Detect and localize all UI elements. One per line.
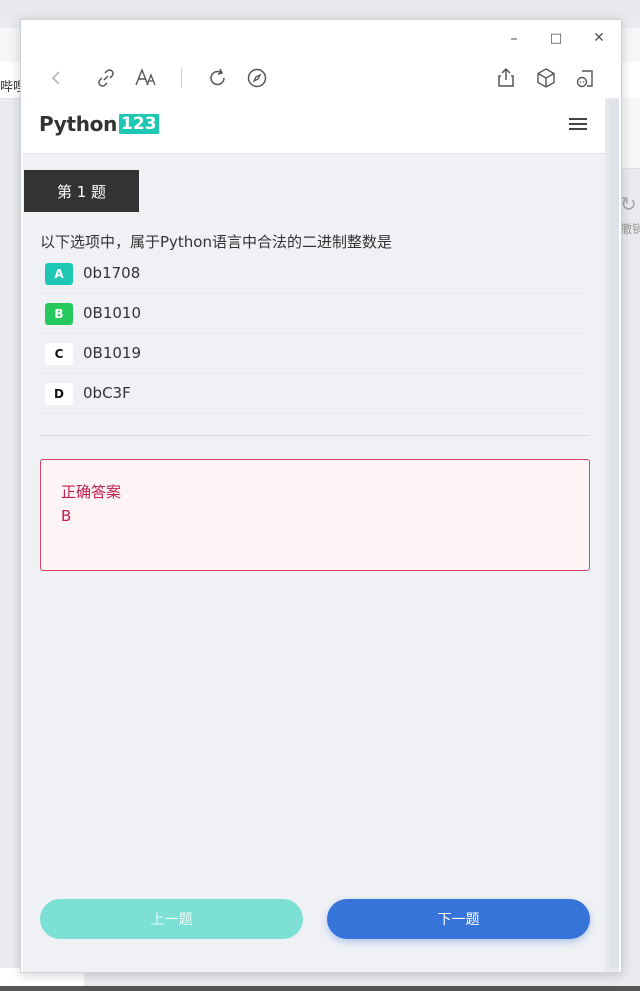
- app-header: Python 123: [23, 98, 605, 154]
- close-button[interactable]: ✕: [588, 27, 610, 49]
- correct-answer-value: B: [61, 507, 72, 525]
- title-bar: – □ ✕: [21, 20, 621, 56]
- popup-window: – □ ✕ Python 123 第 1 题 以下选项中，属于Python语言中…: [20, 19, 622, 973]
- share-icon[interactable]: [492, 64, 520, 92]
- page-content: Python 123 第 1 题 以下选项中，属于Python语言中合法的二进制…: [23, 98, 605, 972]
- maximize-button[interactable]: □: [545, 27, 567, 49]
- option-text: 0B1019: [83, 344, 142, 362]
- back-icon[interactable]: [43, 64, 71, 92]
- option-c[interactable]: C 0B1019: [40, 334, 588, 374]
- option-a[interactable]: A 0b1708: [40, 254, 588, 294]
- background-top-strip: [0, 0, 640, 18]
- undo-icon: ↻: [620, 192, 637, 216]
- toolbar-separator: [181, 68, 182, 88]
- hamburger-menu-icon[interactable]: [569, 118, 587, 132]
- cube-icon[interactable]: [532, 64, 560, 92]
- question-number-tag: 第 1 题: [24, 170, 139, 212]
- option-letter-badge: A: [45, 263, 73, 285]
- options-list: A 0b1708 B 0B1010 C 0B1019 D 0bC3F: [40, 254, 588, 414]
- background-right-panel: [620, 98, 640, 169]
- minimize-button[interactable]: –: [503, 27, 525, 49]
- compass-icon[interactable]: [243, 64, 271, 92]
- refresh-icon[interactable]: [204, 64, 232, 92]
- option-text: 0B1010: [83, 304, 142, 322]
- scrollbar-thumb[interactable]: [609, 100, 619, 968]
- question-text: 以下选项中，属于Python语言中合法的二进制整数是: [40, 233, 392, 251]
- option-letter-badge: C: [45, 343, 73, 365]
- background-left-text: 哔哩: [0, 80, 20, 95]
- python123-logo[interactable]: Python 123: [39, 112, 159, 136]
- logo-number: 123: [119, 114, 159, 134]
- option-letter-badge: B: [45, 303, 73, 325]
- divider: [40, 435, 590, 436]
- link-icon[interactable]: [92, 64, 120, 92]
- correct-answer-title: 正确答案: [61, 483, 122, 501]
- option-letter-badge: D: [45, 383, 73, 405]
- reader-icon[interactable]: [571, 64, 599, 92]
- option-text: 0bC3F: [83, 384, 131, 402]
- logo-text: Python: [39, 112, 118, 136]
- background-right-text: 撤销: [620, 222, 640, 236]
- text-size-icon[interactable]: [132, 64, 160, 92]
- browser-toolbar: [21, 58, 621, 98]
- correct-answer-box: 正确答案 B: [40, 459, 590, 571]
- scrollbar[interactable]: [605, 98, 619, 972]
- background-bottom-bar: [0, 986, 640, 991]
- next-question-button[interactable]: 下一题: [327, 899, 590, 939]
- option-b[interactable]: B 0B1010: [40, 294, 588, 334]
- previous-question-button[interactable]: 上一题: [40, 899, 303, 939]
- option-d[interactable]: D 0bC3F: [40, 374, 588, 414]
- option-text: 0b1708: [83, 264, 141, 282]
